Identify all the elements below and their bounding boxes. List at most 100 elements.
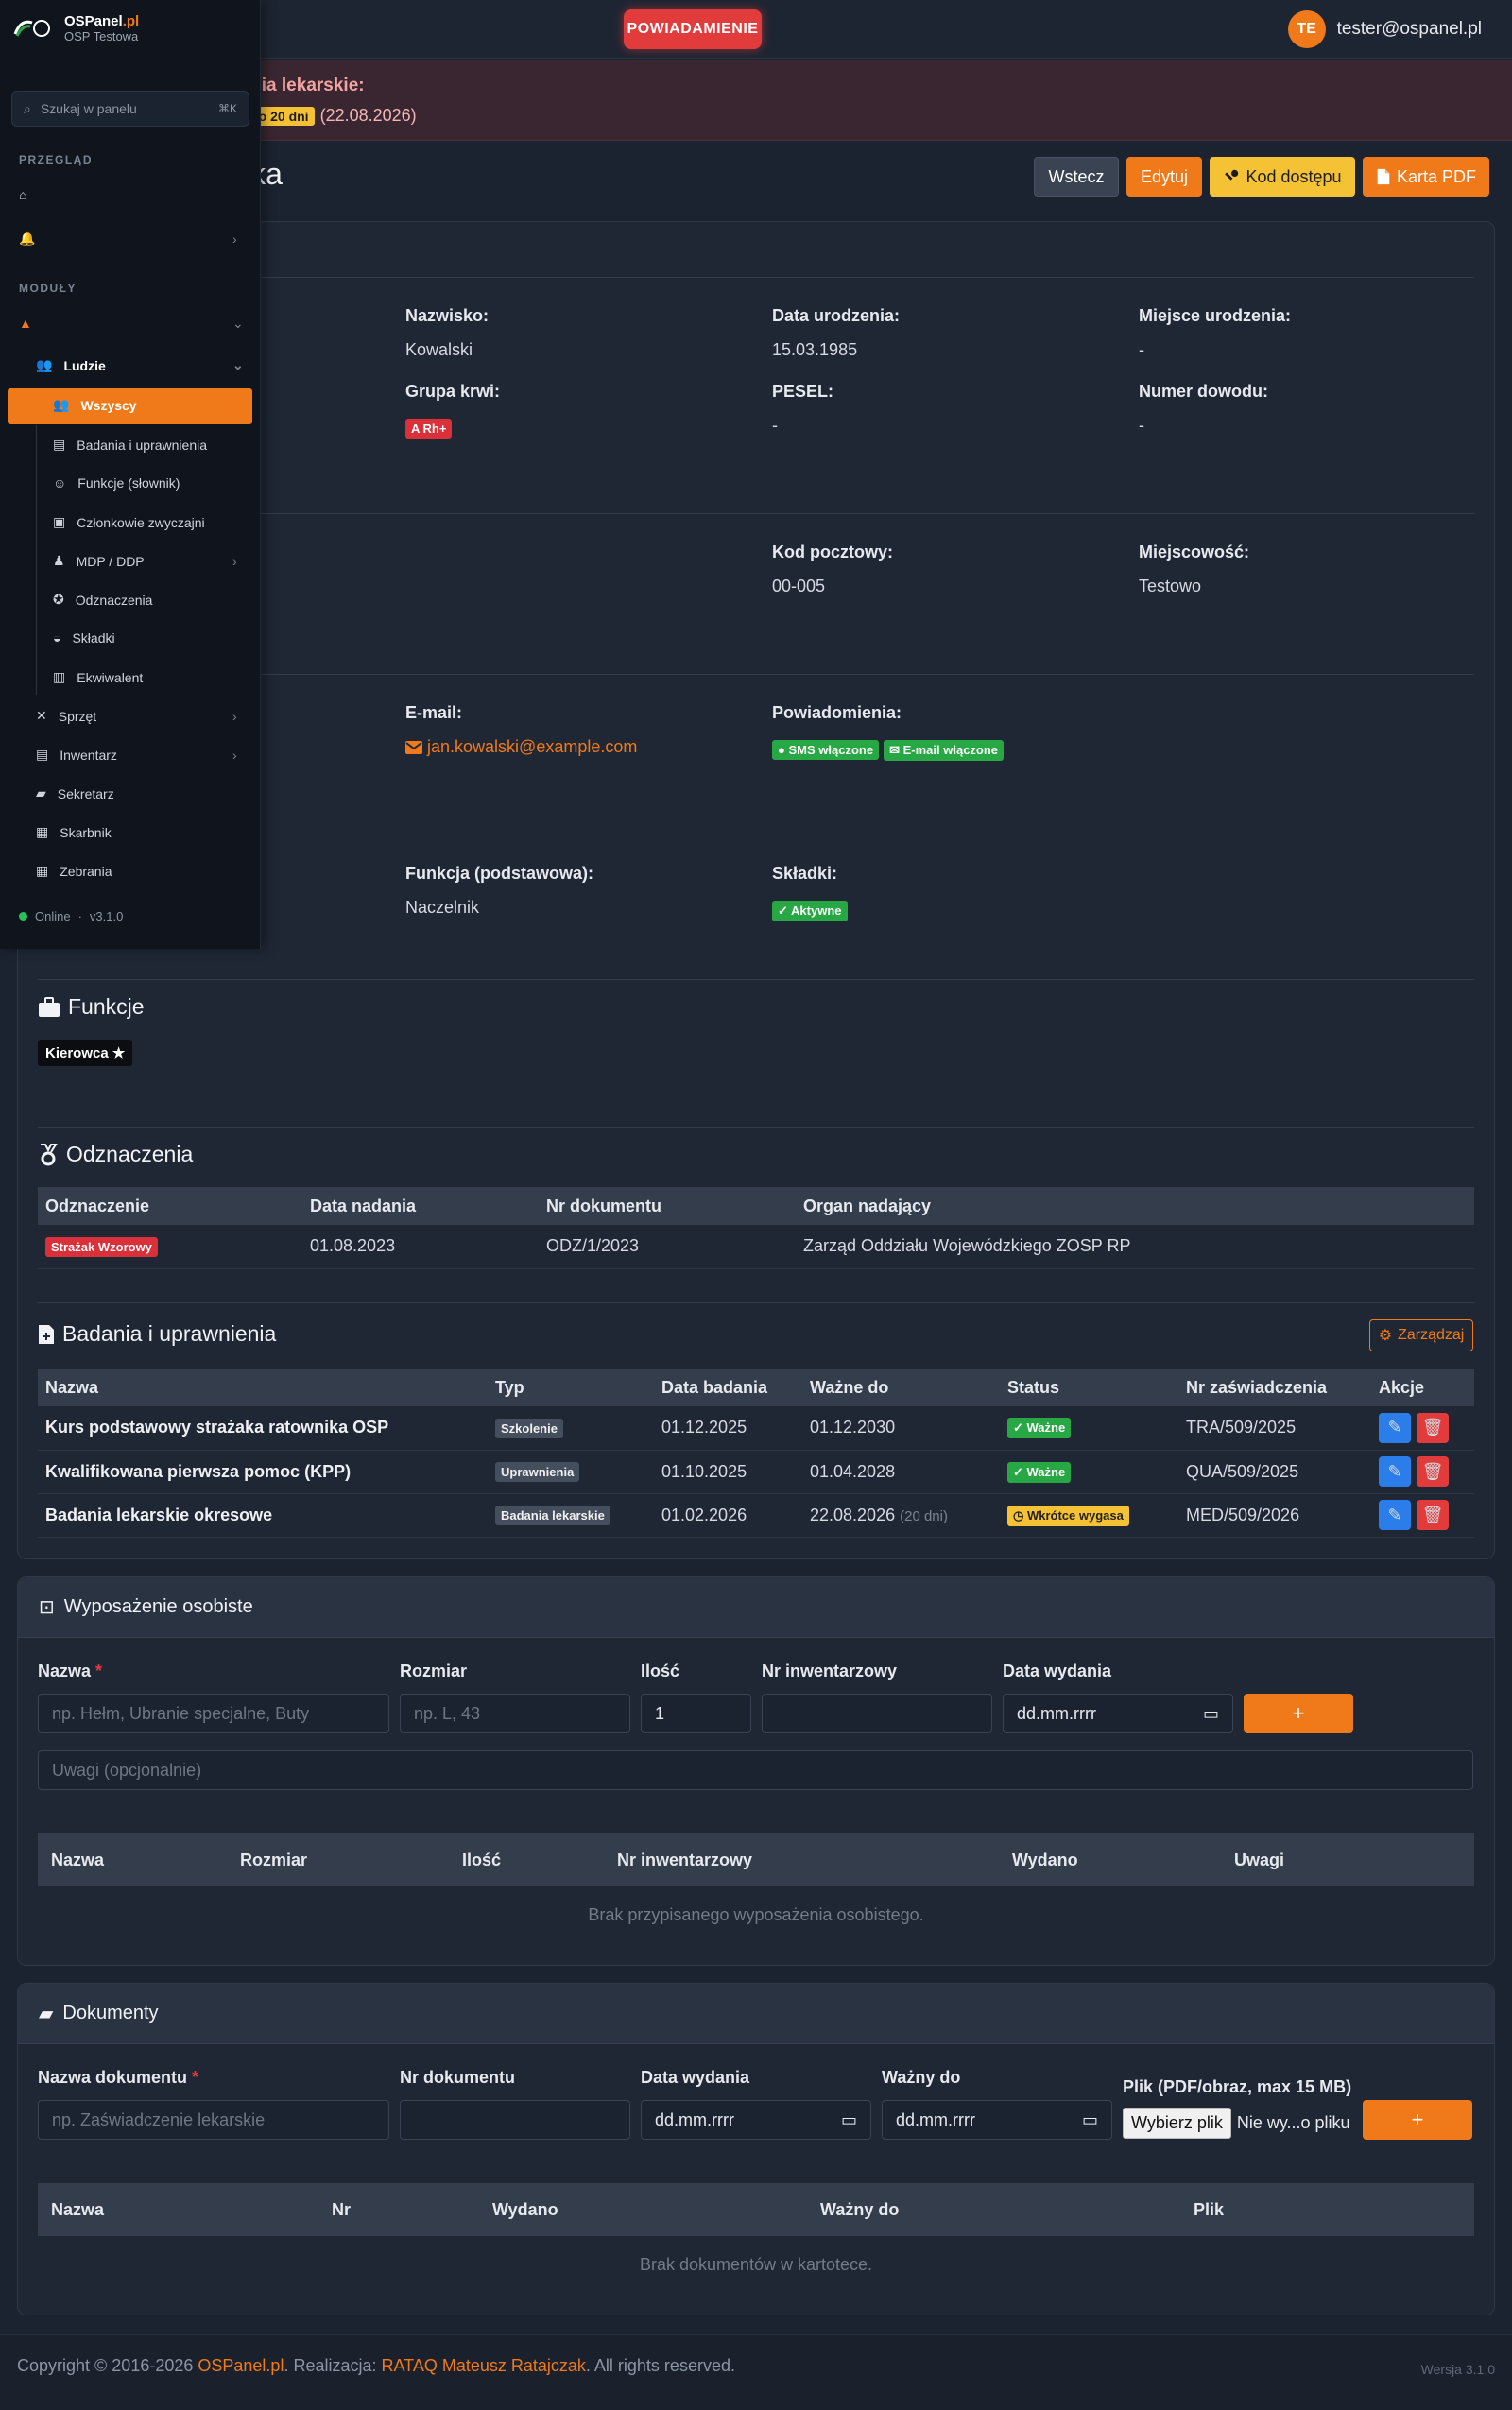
- awards-heading: Odznaczenia: [38, 1142, 193, 1167]
- pdf-card-label: Karta PDF: [1396, 166, 1477, 186]
- fire-truck-logo-icon: [13, 20, 50, 37]
- manage-exams-button[interactable]: ⚙ Zarządzaj: [1369, 1319, 1473, 1351]
- edit-button[interactable]: Edytuj: [1126, 157, 1202, 197]
- sidebar-item-exams[interactable]: ▤ Badania i uprawnienia: [53, 437, 207, 453]
- pesel-value: -: [772, 416, 778, 435]
- sidebar-item-inventory[interactable]: ▤ Inwentarz ›: [36, 747, 246, 763]
- sidebar-item-meetings[interactable]: ▦ Zebrania: [36, 863, 112, 879]
- edit-icon[interactable]: ✎: [1379, 1412, 1411, 1443]
- postal-code-label: Kod pocztowy:: [772, 542, 893, 561]
- add-equipment-button[interactable]: +: [1244, 1694, 1353, 1733]
- sidebar-item-fire-module[interactable]: ▲ ⌄: [19, 315, 246, 332]
- calendar-icon: ▦: [36, 863, 49, 878]
- add-document-button[interactable]: +: [1363, 2100, 1472, 2140]
- doc-file-label: Plik (PDF/obraz, max 15 MB): [1123, 2077, 1352, 2096]
- email-label: E-mail:: [405, 703, 463, 722]
- user-menu[interactable]: TE tester@ospanel.pl: [1287, 10, 1482, 48]
- doc-name-label: Nazwa dokumentu *: [38, 2068, 199, 2087]
- edit-icon[interactable]: ✎: [1379, 1500, 1411, 1530]
- pdf-card-button[interactable]: Karta PDF: [1363, 157, 1489, 197]
- delete-icon[interactable]: 🗑: [1417, 1456, 1449, 1487]
- calendar-icon[interactable]: ▭: [1082, 2110, 1098, 2130]
- sidebar-item-regular-members[interactable]: ▣ Członkowie zwyczajni: [53, 514, 205, 530]
- folder-open-icon: ▰: [36, 785, 46, 800]
- alert-date: (22.08.2026): [319, 106, 417, 125]
- calendar-icon[interactable]: ▭: [841, 2110, 857, 2130]
- sidebar-item-secretary[interactable]: ▰ Sekretarz: [36, 785, 114, 801]
- medal-icon: [41, 1143, 58, 1165]
- delete-icon[interactable]: 🗑: [1417, 1412, 1449, 1443]
- equip-date-input[interactable]: dd.mm.rrrr ▭: [1003, 1694, 1233, 1733]
- sidebar-item-home[interactable]: ⌂: [19, 187, 26, 202]
- author-link[interactable]: RATAQ Mateusz Ratajczak: [382, 2356, 586, 2375]
- doc-valid-input[interactable]: dd.mm.rrrr ▭: [882, 2100, 1112, 2140]
- sidebar-item-equivalent[interactable]: ▥ Ekwiwalent: [53, 669, 143, 685]
- medal-icon: ✪: [53, 592, 64, 607]
- chat-icon: ●: [778, 743, 785, 757]
- status-badge: ◷ Wkrótce wygasa: [1007, 1505, 1129, 1526]
- equip-size-label: Rozmiar: [400, 1661, 468, 1680]
- table-row: Badania lekarskie okresowe Badania lekar…: [38, 1493, 1474, 1538]
- clipboard-icon: ▤: [36, 747, 49, 762]
- city-label: Miejscowość:: [1139, 542, 1250, 561]
- surname-label: Nazwisko:: [405, 306, 490, 325]
- email-link[interactable]: jan.kowalski@example.com: [405, 737, 637, 757]
- award-badge: Strażak Wzorowy: [45, 1236, 158, 1257]
- doc-name-input[interactable]: np. Zaświadczenie lekarskie: [38, 2100, 389, 2140]
- edit-icon[interactable]: ✎: [1379, 1456, 1411, 1487]
- money-icon: ▦: [36, 824, 49, 839]
- sidebar-item-notifications[interactable]: 🔔 ›: [19, 231, 246, 247]
- equip-inventory-input[interactable]: [762, 1694, 992, 1733]
- chevron-down-icon: ⌄: [232, 315, 244, 331]
- id-number-value: -: [1139, 416, 1144, 435]
- notification-button[interactable]: POWIADAMIENIE: [624, 9, 762, 49]
- sidebar: OSPanel.pl OSP Testowa ⌕ Szukaj w panelu ⌘…: [0, 0, 261, 949]
- footer-version: Wersja 3.1.0: [1420, 2362, 1495, 2377]
- file-picker[interactable]: Wybierz plik Nie wy...o pliku: [1123, 2108, 1350, 2139]
- star-icon: ★: [112, 1045, 126, 1061]
- sidebar-item-treasurer[interactable]: ▦ Skarbnik: [36, 824, 112, 840]
- equip-size-input[interactable]: np. L, 43: [400, 1694, 630, 1733]
- footer: Copyright © 2016-2026 OSPanel.pl. Realiz…: [0, 2334, 1512, 2410]
- doc-issue-input[interactable]: dd.mm.rrrr ▭: [641, 2100, 871, 2140]
- sidebar-item-equipment[interactable]: ✕ Sprzęt ›: [36, 708, 246, 724]
- choose-file-button[interactable]: Wybierz plik: [1123, 2108, 1231, 2139]
- delete-icon[interactable]: 🗑: [1417, 1500, 1449, 1530]
- access-code-button[interactable]: Kod dostępu: [1210, 157, 1355, 197]
- equip-name-label: Nazwa *: [38, 1661, 103, 1680]
- equip-qty-input[interactable]: 1: [641, 1694, 751, 1733]
- functions-heading: Funkcje: [38, 994, 145, 1020]
- doc-valid-label: Ważny do: [882, 2068, 961, 2087]
- postal-code-value: 00-005: [772, 577, 826, 595]
- equipment-empty-message: Brak przypisanego wyposażenia osobistego…: [588, 1905, 924, 1924]
- birth-date-label: Data urodzenia:: [772, 306, 901, 325]
- fees-badge: ✓ Aktywne: [772, 901, 848, 921]
- calendar-icon[interactable]: ▭: [1203, 1704, 1219, 1724]
- sidebar-item-fees[interactable]: ◒ Składki: [53, 630, 115, 646]
- alert-detail: ało 20 dni (22.08.2026): [242, 106, 417, 126]
- doc-number-input[interactable]: [400, 2100, 630, 2140]
- email-value: jan.kowalski@example.com: [427, 737, 638, 756]
- ospanel-link[interactable]: OSPanel.pl: [198, 2356, 284, 2375]
- sidebar-item-awards[interactable]: ✪ Odznaczenia: [53, 592, 152, 608]
- sidebar-item-people[interactable]: 👥 Ludzie ⌄: [36, 357, 246, 373]
- users-icon: 👥: [53, 397, 70, 412]
- children-icon: ♟: [53, 553, 65, 568]
- sidebar-item-functions[interactable]: ☺ Funkcje (słownik): [53, 475, 180, 491]
- equipment-card-header: ⊡ Wyposażenie osobiste: [18, 1577, 1494, 1638]
- primary-function-label: Funkcja (podstawowa):: [405, 864, 594, 883]
- birth-date-value: 15.03.1985: [772, 340, 858, 359]
- back-button[interactable]: Wstecz: [1034, 157, 1119, 197]
- equip-date-label: Data wydania: [1003, 1661, 1112, 1680]
- sidebar-item-all[interactable]: 👥 Wszyscy: [53, 397, 137, 413]
- hand-coin-icon: ◒: [53, 630, 61, 646]
- equip-notes-input[interactable]: Uwagi (opcjonalnie): [38, 1750, 1473, 1790]
- briefcase-icon: [39, 996, 60, 1017]
- sidebar-item-mdp[interactable]: ♟ MDP / DDP ›: [53, 553, 246, 569]
- equip-name-input[interactable]: np. Hełm, Ubranie specjalne, Buty: [38, 1694, 389, 1733]
- bell-icon: 🔔: [19, 231, 36, 246]
- brand[interactable]: OSPanel.pl OSP Testowa: [13, 13, 139, 43]
- table-row: Kurs podstawowy strażaka ratownika OSP S…: [38, 1406, 1474, 1451]
- blood-group-label: Grupa krwi:: [405, 382, 501, 401]
- sidebar-search[interactable]: ⌕ Szukaj w panelu ⌘K: [11, 91, 249, 127]
